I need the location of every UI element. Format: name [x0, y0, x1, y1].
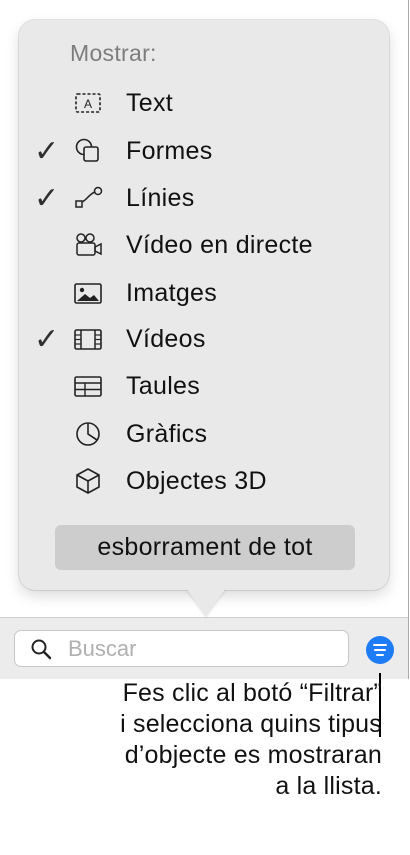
menu-item-objectes-3d[interactable]: ✓ Objectes 3D [19, 460, 389, 506]
filter-line [373, 644, 387, 646]
checkmark-icon: ✓ [34, 322, 60, 357]
pie-chart-icon [71, 419, 105, 449]
menu-item-label: Gràfics [126, 420, 208, 448]
popover-title: Mostrar: [70, 40, 157, 66]
menu-item-formes[interactable]: ✓ Formes [19, 130, 389, 176]
search-field[interactable] [14, 630, 349, 667]
search-icon [30, 638, 52, 660]
text-box-icon: A [71, 88, 105, 118]
menu-item-videos[interactable]: ✓ Vídeos [19, 318, 389, 364]
menu-item-label: Objectes 3D [126, 467, 267, 495]
caption: Fes clic al botó “Filtrar” i selecciona … [22, 678, 382, 802]
search-input[interactable] [68, 631, 338, 666]
popover-arrow [186, 588, 226, 616]
lines-icon [71, 183, 105, 213]
menu-item-taules[interactable]: ✓ Taules [19, 365, 389, 411]
menu-item-label: Taules [126, 372, 201, 400]
image-icon [71, 278, 105, 308]
menu-item-imatges[interactable]: ✓ Imatges [19, 272, 389, 318]
live-video-icon [71, 230, 105, 260]
caption-line: a la llista. [275, 772, 382, 800]
checkmark-icon: ✓ [34, 181, 60, 216]
svg-text:A: A [84, 97, 92, 111]
shapes-icon [71, 136, 105, 166]
caption-line: d’objecte es mostraran [124, 741, 382, 769]
film-icon [71, 324, 105, 354]
menu-item-label: Línies [126, 184, 195, 212]
menu-item-text[interactable]: ✓ A Text [19, 82, 389, 128]
menu-item-label: Formes [126, 137, 213, 165]
filter-line [374, 649, 386, 651]
menu-item-grafics[interactable]: ✓ Gràfics [19, 413, 389, 459]
menu-item-linies[interactable]: ✓ Línies [19, 177, 389, 223]
menu-item-label: Vídeo en directe [126, 231, 313, 259]
menu-item-label: Imatges [126, 279, 218, 307]
filter-line [376, 654, 384, 656]
menu-item-label: Text [126, 89, 174, 117]
caption-line: i selecciona quins tipus [120, 710, 382, 738]
filter-button[interactable] [366, 636, 394, 664]
menu-item-label: Vídeos [126, 325, 206, 353]
checkmark-icon: ✓ [34, 134, 60, 169]
table-icon [71, 371, 105, 401]
cube-icon [71, 466, 105, 496]
clear-all-button[interactable]: esborrament de tot [55, 525, 355, 570]
menu-item-video-en-directe[interactable]: ✓ Vídeo en directe [19, 224, 389, 270]
caption-line: Fes clic al botó “Filtrar” [122, 679, 382, 707]
